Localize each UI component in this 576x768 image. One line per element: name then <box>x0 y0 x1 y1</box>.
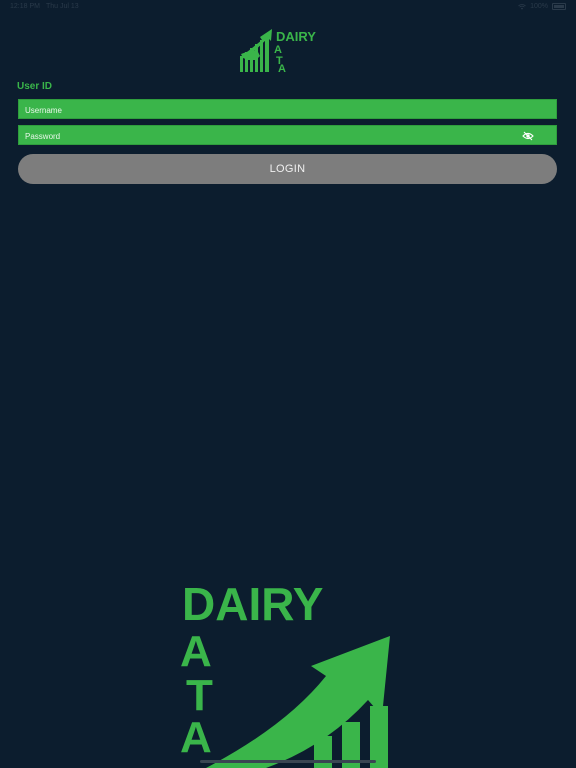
username-input[interactable] <box>19 101 556 120</box>
status-date: Thu Jul 13 <box>45 3 79 10</box>
logo-large-word1: DAIRY <box>182 578 323 630</box>
logo-small-letter-3: A <box>278 63 286 74</box>
status-time: 12:18 PM <box>10 3 40 10</box>
logo-small-word1: DAIRY <box>276 29 316 44</box>
dairy-data-logo-large: DAIRY A T A <box>180 578 390 768</box>
home-indicator <box>200 760 376 763</box>
password-input[interactable] <box>19 127 556 146</box>
status-left: 12:18 PM Thu Jul 13 <box>10 3 79 10</box>
username-field-wrapper <box>18 99 557 120</box>
battery-percent: 100% <box>530 3 548 10</box>
logo-large-letter-3: A <box>180 713 212 762</box>
battery-icon <box>552 3 566 10</box>
dairy-data-logo-small: DAIRY A T A <box>240 29 316 74</box>
wifi-icon <box>518 3 526 10</box>
status-bar: 12:18 PM Thu Jul 13 100% <box>0 0 576 14</box>
user-id-label: User ID <box>17 81 53 92</box>
logo-large-letter-1: A <box>180 627 212 676</box>
logo-large-graph <box>206 636 390 768</box>
password-field-wrapper <box>18 125 557 146</box>
status-right: 100% <box>518 3 566 10</box>
login-screen: 12:18 PM Thu Jul 13 100% DAIRY A T A Use… <box>0 0 576 768</box>
login-button[interactable]: LOGIN <box>18 154 557 184</box>
eye-slash-icon[interactable] <box>522 131 534 141</box>
